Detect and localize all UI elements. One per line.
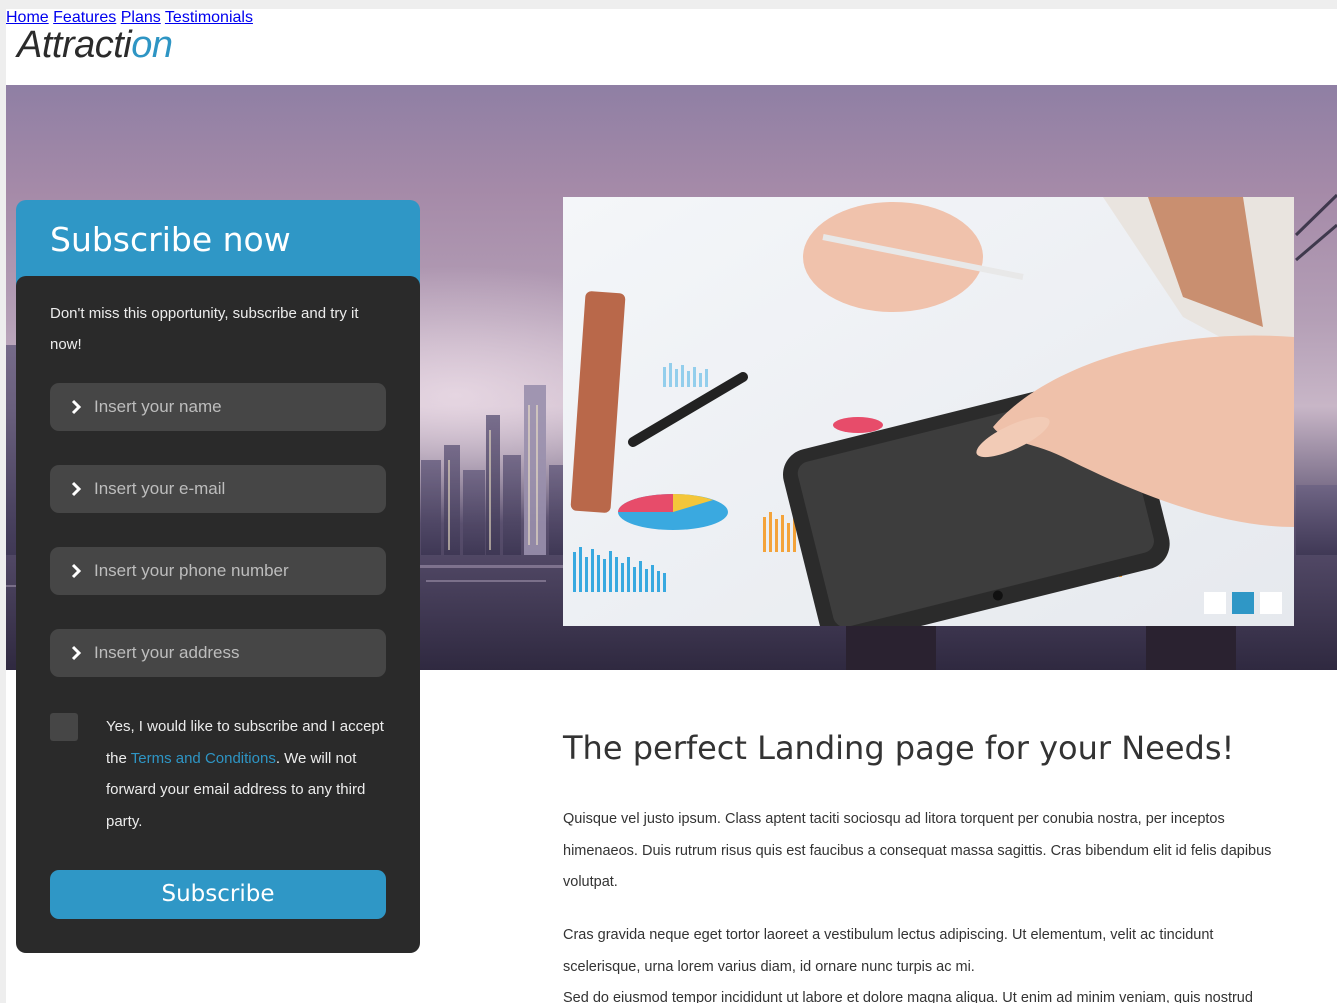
consent-checkbox[interactable] — [50, 713, 78, 741]
slide-image-tablet-charts — [563, 197, 1294, 626]
address-field[interactable] — [50, 629, 386, 677]
header: Attraction Home Features Plans Testimoni… — [6, 9, 1337, 85]
nav-testimonials[interactable]: Testimonials — [165, 9, 253, 26]
paragraph-3: Sed do eiusmod tempor incididunt ut labo… — [563, 990, 1253, 1003]
name-input[interactable] — [94, 383, 374, 431]
chevron-right-icon — [71, 481, 82, 497]
slider-dot-3[interactable] — [1260, 592, 1282, 614]
name-field[interactable] — [50, 383, 386, 431]
slider-dot-2[interactable] — [1232, 592, 1254, 614]
terms-link[interactable]: Terms and Conditions — [131, 750, 276, 767]
logo-text: Attracti — [17, 24, 132, 66]
chevron-right-icon — [71, 399, 82, 415]
email-input[interactable] — [94, 465, 374, 513]
paragraph-1: Quisque vel justo ipsum. Class aptent ta… — [563, 811, 1272, 890]
image-slider[interactable] — [563, 197, 1294, 626]
chevron-right-icon — [71, 563, 82, 579]
subscribe-button[interactable]: Subscribe — [50, 870, 386, 919]
consent-text: Yes, I would like to subscribe and I acc… — [106, 711, 396, 837]
subscribe-form: Don't miss this opportunity, subscribe a… — [16, 276, 420, 953]
paragraph-2: Cras gravida neque eget tortor laoreet a… — [563, 927, 1214, 975]
logo[interactable]: Attraction — [17, 24, 173, 67]
logo-accent-text: on — [131, 24, 173, 66]
subscribe-intro: Don't miss this opportunity, subscribe a… — [50, 305, 359, 353]
slider-dot-1[interactable] — [1204, 592, 1226, 614]
page: Attraction Home Features Plans Testimoni… — [6, 9, 1337, 1003]
address-input[interactable] — [94, 629, 374, 677]
email-field[interactable] — [50, 465, 386, 513]
chevron-right-icon — [71, 645, 82, 661]
phone-field[interactable] — [50, 547, 386, 595]
page-headline: The perfect Landing page for your Needs! — [563, 729, 1235, 767]
subscribe-title: Subscribe now — [50, 220, 291, 259]
phone-input[interactable] — [94, 547, 374, 595]
